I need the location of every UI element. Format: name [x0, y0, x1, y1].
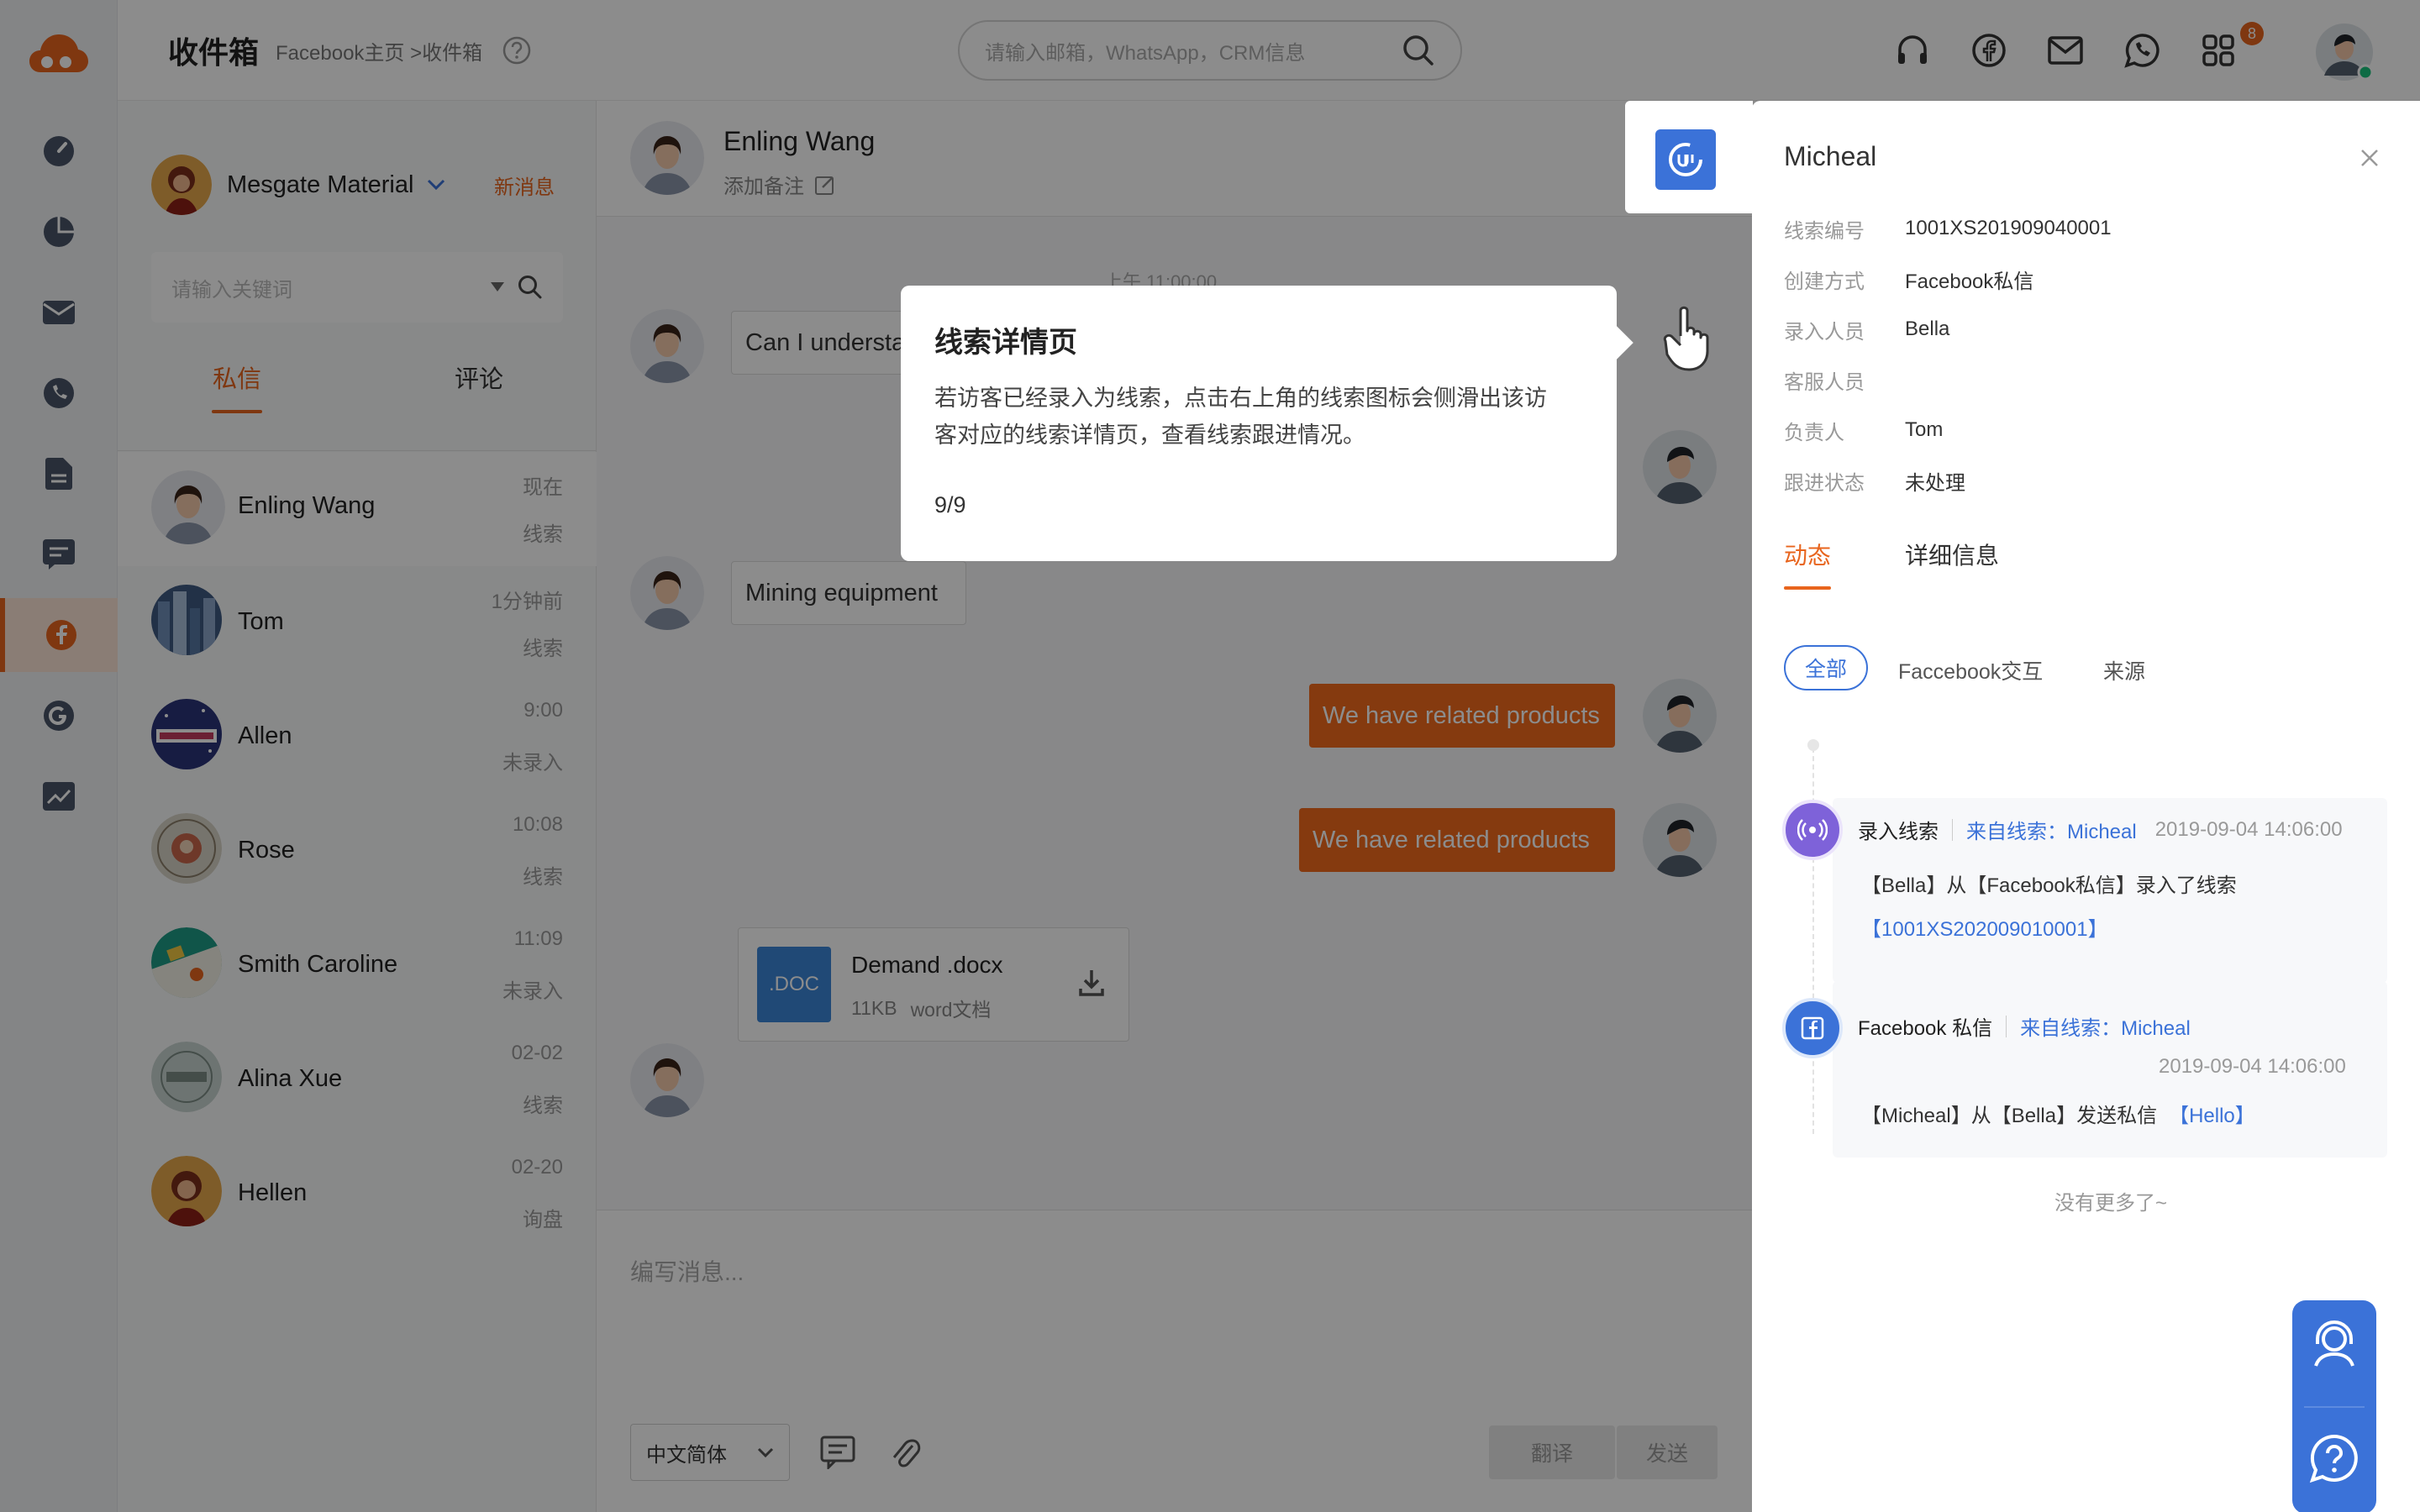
- timeline-time: 2019-09-04 14:06:00: [2154, 817, 2343, 841]
- field-label: 跟进状态: [1784, 471, 1865, 495]
- timeline-body: 【Bella】从【Facebook私信】录入了线索: [1861, 874, 2237, 897]
- no-more-text: 没有更多了~: [2054, 1192, 2168, 1215]
- question-icon[interactable]: [2309, 1433, 2360, 1483]
- field-label: 录入人员: [1784, 320, 1865, 344]
- timeline-dot: [1807, 739, 1819, 751]
- tab-activity-label: 动态: [1784, 543, 1832, 569]
- field-value: Tom: [1905, 418, 1944, 441]
- filter-source[interactable]: 来源: [2103, 655, 2145, 685]
- tooltip-line: 若访客已经录入为线索，点击右上角的线索图标会侧滑出该访: [934, 386, 1547, 411]
- timeline-source-link[interactable]: 来自线索：Micheal: [2020, 1011, 2191, 1041]
- tab-details-label: 详细信息: [1905, 543, 2000, 569]
- guide-tooltip: 线索详情页 若访客已经录入为线索，点击右上角的线索图标会侧滑出该访 客对应的线索…: [901, 286, 1634, 561]
- lead-icon[interactable]: [1655, 129, 1716, 190]
- hand-pointer-icon: [1660, 302, 1721, 373]
- lead-name: Micheal: [1784, 141, 1877, 171]
- field-value: 未处理: [1905, 471, 1965, 495]
- timeline-type: 录入线索: [1858, 821, 1939, 843]
- timeline-source-link[interactable]: 来自线索：Micheal: [1966, 815, 2137, 844]
- tab-activity[interactable]: 动态: [1784, 538, 1831, 590]
- timeline-link[interactable]: 【1001XS202009010001】: [1861, 912, 2108, 942]
- timeline-body: 【Micheal】从【Bella】发送私信: [1861, 1105, 2158, 1127]
- close-icon[interactable]: [2360, 148, 2380, 168]
- filter-all[interactable]: 全部: [1784, 645, 1868, 690]
- timeline-time: 2019-09-04 14:06:00: [2159, 1055, 2346, 1078]
- tooltip-title: 线索详情页: [934, 327, 1077, 359]
- field-label: 负责人: [1784, 421, 1844, 444]
- support-agent-icon[interactable]: [2309, 1319, 2360, 1369]
- filter-facebook[interactable]: Faccebook交互: [1898, 655, 2043, 685]
- filter-all-label: 全部: [1804, 658, 1847, 681]
- field-label: 客服人员: [1784, 370, 1865, 394]
- field-value: Bella: [1905, 318, 1950, 340]
- lead-detail-drawer: Micheal 线索编号 1001XS201909040001 创建方式 Faceb…: [1752, 101, 2420, 1512]
- field-label: 创建方式: [1784, 270, 1865, 293]
- broadcast-icon: [1782, 800, 1843, 860]
- support-widget[interactable]: [2292, 1300, 2376, 1512]
- lead-fields: 线索编号 1001XS201909040001 创建方式 Facebook私信 录入…: [1784, 203, 2372, 506]
- timeline-type: Facebook 私信: [1858, 1017, 1993, 1040]
- tooltip-step: 9/9: [934, 492, 966, 517]
- tab-details[interactable]: 详细信息: [1905, 538, 1999, 571]
- field-value: Facebook私信: [1905, 270, 2034, 293]
- field-value: 1001XS201909040001: [1905, 217, 2112, 239]
- widget-divider: [2304, 1406, 2365, 1408]
- facebook-square-icon: [1782, 998, 1843, 1058]
- field-label: 线索编号: [1784, 219, 1865, 243]
- timeline-link[interactable]: 【Hello】: [2169, 1099, 2255, 1128]
- tooltip-line: 客对应的线索详情页，查看线索跟进情况。: [934, 423, 1365, 448]
